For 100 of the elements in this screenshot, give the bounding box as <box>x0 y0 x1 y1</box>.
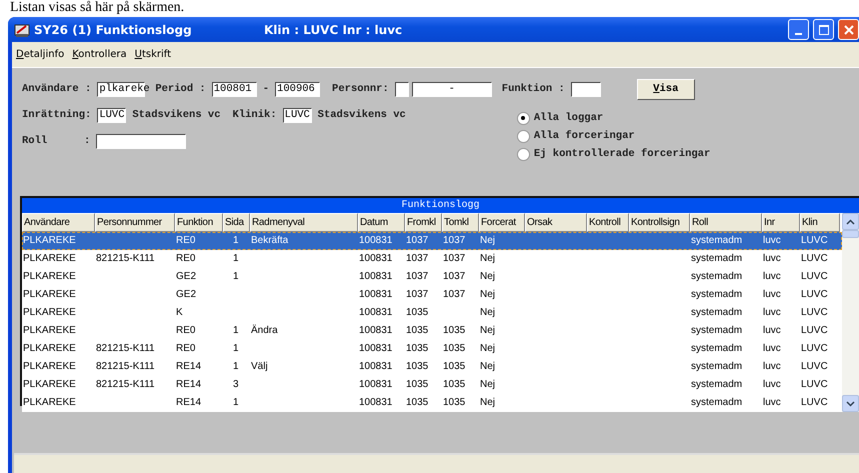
column-header[interactable]: Kontroll <box>587 213 629 232</box>
column-header[interactable]: Tomkl <box>442 213 479 232</box>
table-cell-text: 100831 <box>358 234 394 248</box>
table-cell-text: luvc <box>762 360 782 374</box>
radio-button[interactable] <box>516 112 530 124</box>
table-cell-text: LUVC <box>800 288 829 302</box>
field-label: Stadsvikens vc <box>132 109 221 121</box>
table-cell-text: LUVC <box>800 324 829 338</box>
table-cell-text: Nej <box>479 360 496 374</box>
column-header[interactable]: Inr <box>762 213 800 232</box>
column-header[interactable]: Forcerat <box>479 213 525 232</box>
menu-item[interactable]: Utskrift <box>134 49 172 60</box>
table-cell-text: 100831 <box>358 288 394 302</box>
table-cell-text: systemadm <box>690 396 744 410</box>
field-label: : <box>84 135 90 147</box>
table-cell-text: 1035 <box>405 396 430 410</box>
scroll-up-button[interactable] <box>842 213 859 230</box>
table-cell-text: luvc <box>762 342 782 356</box>
column-header[interactable]: Orsak <box>525 213 587 232</box>
table-cell-text: Välj <box>250 360 269 374</box>
table-cell-text: 1 <box>232 324 240 338</box>
input-field[interactable]: LUVC <box>282 108 312 122</box>
scrollbar[interactable] <box>842 213 859 412</box>
minimize-button[interactable] <box>788 19 809 40</box>
table-cell-text: 1035 <box>405 342 430 356</box>
input-field[interactable]: 100801 <box>212 82 257 96</box>
table-cell-text: 1035 <box>405 378 430 392</box>
input-field[interactable]: LUVC <box>97 108 126 122</box>
input-field[interactable] <box>570 82 601 96</box>
table-cell-text: PLKAREKE <box>22 234 77 248</box>
table-cell-text: Bekräfta <box>250 234 290 248</box>
column-header[interactable]: Funktion <box>175 213 223 232</box>
table-cell-text: PLKAREKE <box>22 270 77 284</box>
table-cell-text: luvc <box>762 324 782 338</box>
radio-label: Alla loggar <box>534 112 604 124</box>
table-cell-text: luvc <box>762 252 782 266</box>
radio-button[interactable] <box>516 130 530 142</box>
column-header[interactable]: Personnummer <box>95 213 175 232</box>
table-cell-text: LUVC <box>800 252 829 266</box>
column-header[interactable]: Fromkl <box>405 213 442 232</box>
table-cell-text: Nej <box>479 324 496 338</box>
radio-button[interactable] <box>516 148 530 160</box>
table-cell-text: LUVC <box>800 234 829 248</box>
column-header[interactable]: Radmenyval <box>250 213 358 232</box>
input-field[interactable] <box>96 134 186 148</box>
scroll-thumb[interactable] <box>842 230 859 238</box>
table-cell-text: PLKAREKE <box>22 252 77 266</box>
table-cell-text: PLKAREKE <box>22 378 77 392</box>
input-field[interactable]: 100906 <box>275 82 320 96</box>
table-cell-text: systemadm <box>690 306 744 320</box>
column-header[interactable]: Användare <box>22 213 95 232</box>
table-cell-text: 1035 <box>405 360 430 374</box>
menu-item[interactable]: Kontrollera <box>72 49 127 60</box>
table-cell-text: 100831 <box>358 324 394 338</box>
close-button[interactable] <box>838 19 859 40</box>
field-label: Inrättning: <box>22 109 92 121</box>
column-header[interactable]: Datum <box>358 213 405 232</box>
table-cell-text: systemadm <box>690 360 744 374</box>
table-cell-text: Nej <box>479 342 496 356</box>
table-cell-text: 821215-K111 <box>95 252 156 266</box>
table-cell-text: 1037 <box>405 270 430 284</box>
table-cell-text: 1037 <box>442 234 466 248</box>
table-cell-text: systemadm <box>690 324 744 338</box>
maximize-button[interactable] <box>813 19 834 40</box>
column-header[interactable]: Sida <box>223 213 250 232</box>
input-field[interactable]: - <box>412 82 492 96</box>
table-row[interactable]: PLKAREKE RE0 1 Bekräfta 100831 1037 1037 Nej systemadm luvc LUVC <box>22 232 842 250</box>
column-header[interactable]: Roll <box>690 213 762 232</box>
caption-text: Listan visas så här på skärmen. <box>9 0 186 15</box>
table-cell-text: 1035 <box>442 324 466 338</box>
table-cell-text: GE2 <box>175 270 198 284</box>
table-cell-text: luvc <box>762 270 782 284</box>
minimize-icon <box>795 32 802 34</box>
table-cell-text: Nej <box>479 270 496 284</box>
column-header[interactable]: Klin <box>800 213 840 232</box>
menu-item[interactable]: Detaljinfo <box>16 49 64 60</box>
table-cell-text: LUVC <box>800 270 829 284</box>
table-cell-text: systemadm <box>690 378 744 392</box>
table-cell-text: 1035 <box>405 324 430 338</box>
table-cell-text: RE14 <box>175 360 202 374</box>
column-header[interactable]: Kontrollsign <box>629 213 690 232</box>
table-cell-text: K <box>175 306 184 320</box>
scroll-down-button[interactable] <box>842 395 859 412</box>
table-cell-text: LUVC <box>800 378 829 392</box>
table-cell-text: systemadm <box>690 252 744 266</box>
field-label: Stadsvikens vc <box>318 109 406 121</box>
radio-label: Ej kontrollerade forceringar <box>534 148 710 160</box>
table-cell-text: 1 <box>232 270 240 284</box>
table-cell-text: PLKAREKE <box>22 324 77 338</box>
table-cell-text: 1037 <box>442 270 466 284</box>
table-cell-text: 821215-K111 <box>95 342 156 356</box>
table-cell-text: 1037 <box>405 252 430 266</box>
input-field[interactable] <box>394 82 409 96</box>
visa-button[interactable]: Visa <box>636 78 695 100</box>
table-cell-text: Nej <box>479 234 496 248</box>
table-cell-text: systemadm <box>690 270 744 284</box>
table-cell-text: luvc <box>762 396 782 410</box>
close-icon <box>844 24 854 34</box>
radio-label: Alla forceringar <box>534 130 635 142</box>
table-cell-text: Nej <box>479 306 496 320</box>
